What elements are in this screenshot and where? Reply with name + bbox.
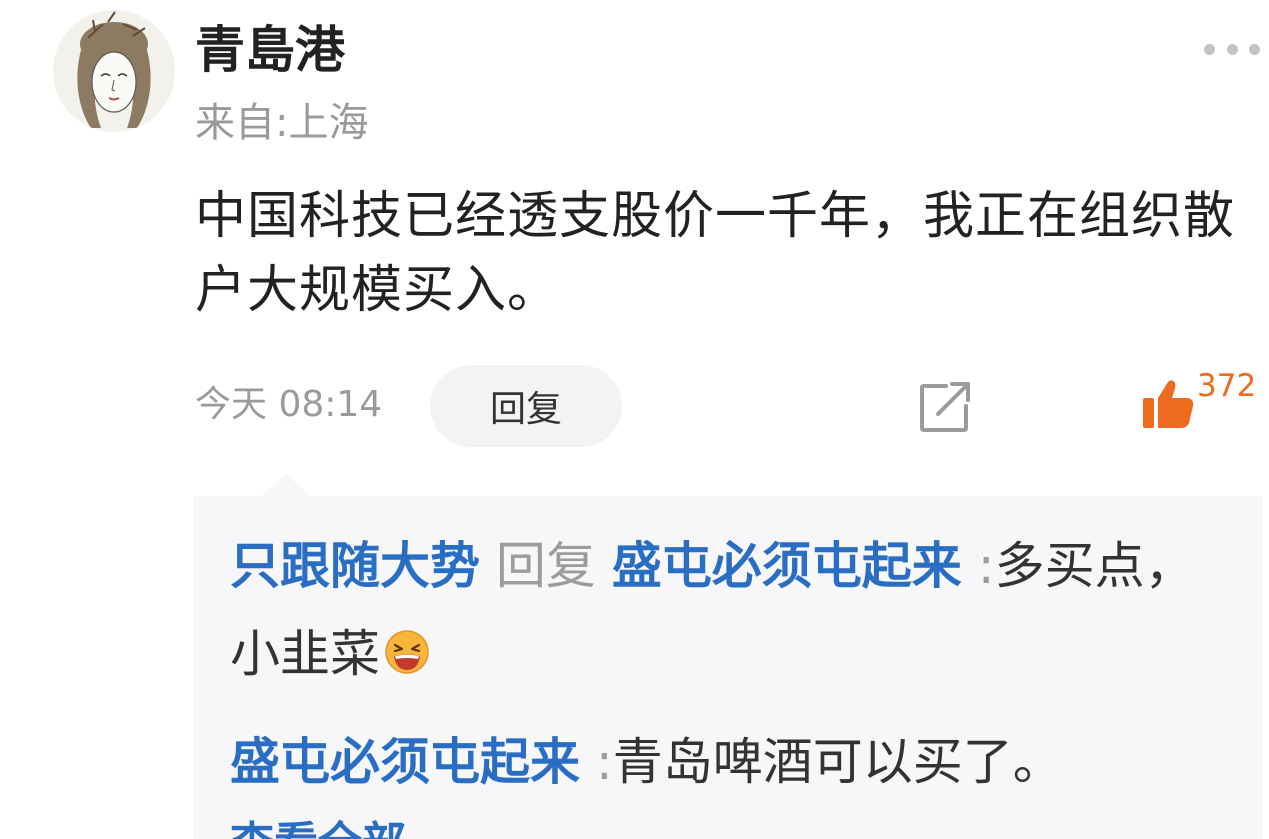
laughing-emoji-icon: [385, 630, 429, 674]
comment-timestamp: 今天 08:14: [195, 384, 383, 425]
replies-pointer: [262, 474, 310, 496]
avatar[interactable]: [53, 10, 175, 132]
more-dot-icon: [1204, 43, 1215, 55]
reply-item[interactable]: 只跟随大势 回复 盛屯必须屯起来 :多买点，小韭菜: [230, 522, 1230, 698]
reply-target-user[interactable]: 盛屯必须屯起来: [612, 537, 962, 595]
reply-text: 青岛啤酒可以买了。: [612, 733, 1063, 791]
view-all-replies-link[interactable]: 查看全部: [230, 822, 406, 839]
like-count: 372: [1197, 368, 1257, 404]
more-dot-icon: [1249, 43, 1260, 55]
location-label: 来自:上海: [195, 100, 369, 146]
thumbs-up-icon[interactable]: [1140, 376, 1196, 432]
reply-separator: :: [595, 733, 613, 791]
avatar-illustration-icon: [53, 10, 175, 132]
reply-item[interactable]: 盛屯必须屯起来 :青岛啤酒可以买了。: [230, 718, 1230, 806]
more-options-button[interactable]: [1204, 36, 1260, 62]
reply-author[interactable]: 盛屯必须屯起来: [230, 733, 580, 791]
share-icon[interactable]: [918, 378, 974, 434]
comment-card: 青島港 来自:上海 中国科技已经透支股价一千年，我正在组织散户大规模买入。 今天…: [0, 0, 1269, 839]
username[interactable]: 青島港: [195, 18, 345, 82]
reply-separator: :: [977, 537, 995, 595]
reply-author[interactable]: 只跟随大势: [230, 537, 480, 595]
reply-word: 回复: [495, 537, 596, 595]
comment-text: 中国科技已经透支股价一千年，我正在组织散户大规模买入。: [195, 187, 1236, 320]
reply-button[interactable]: 回复: [430, 365, 622, 447]
more-dot-icon: [1226, 43, 1238, 55]
